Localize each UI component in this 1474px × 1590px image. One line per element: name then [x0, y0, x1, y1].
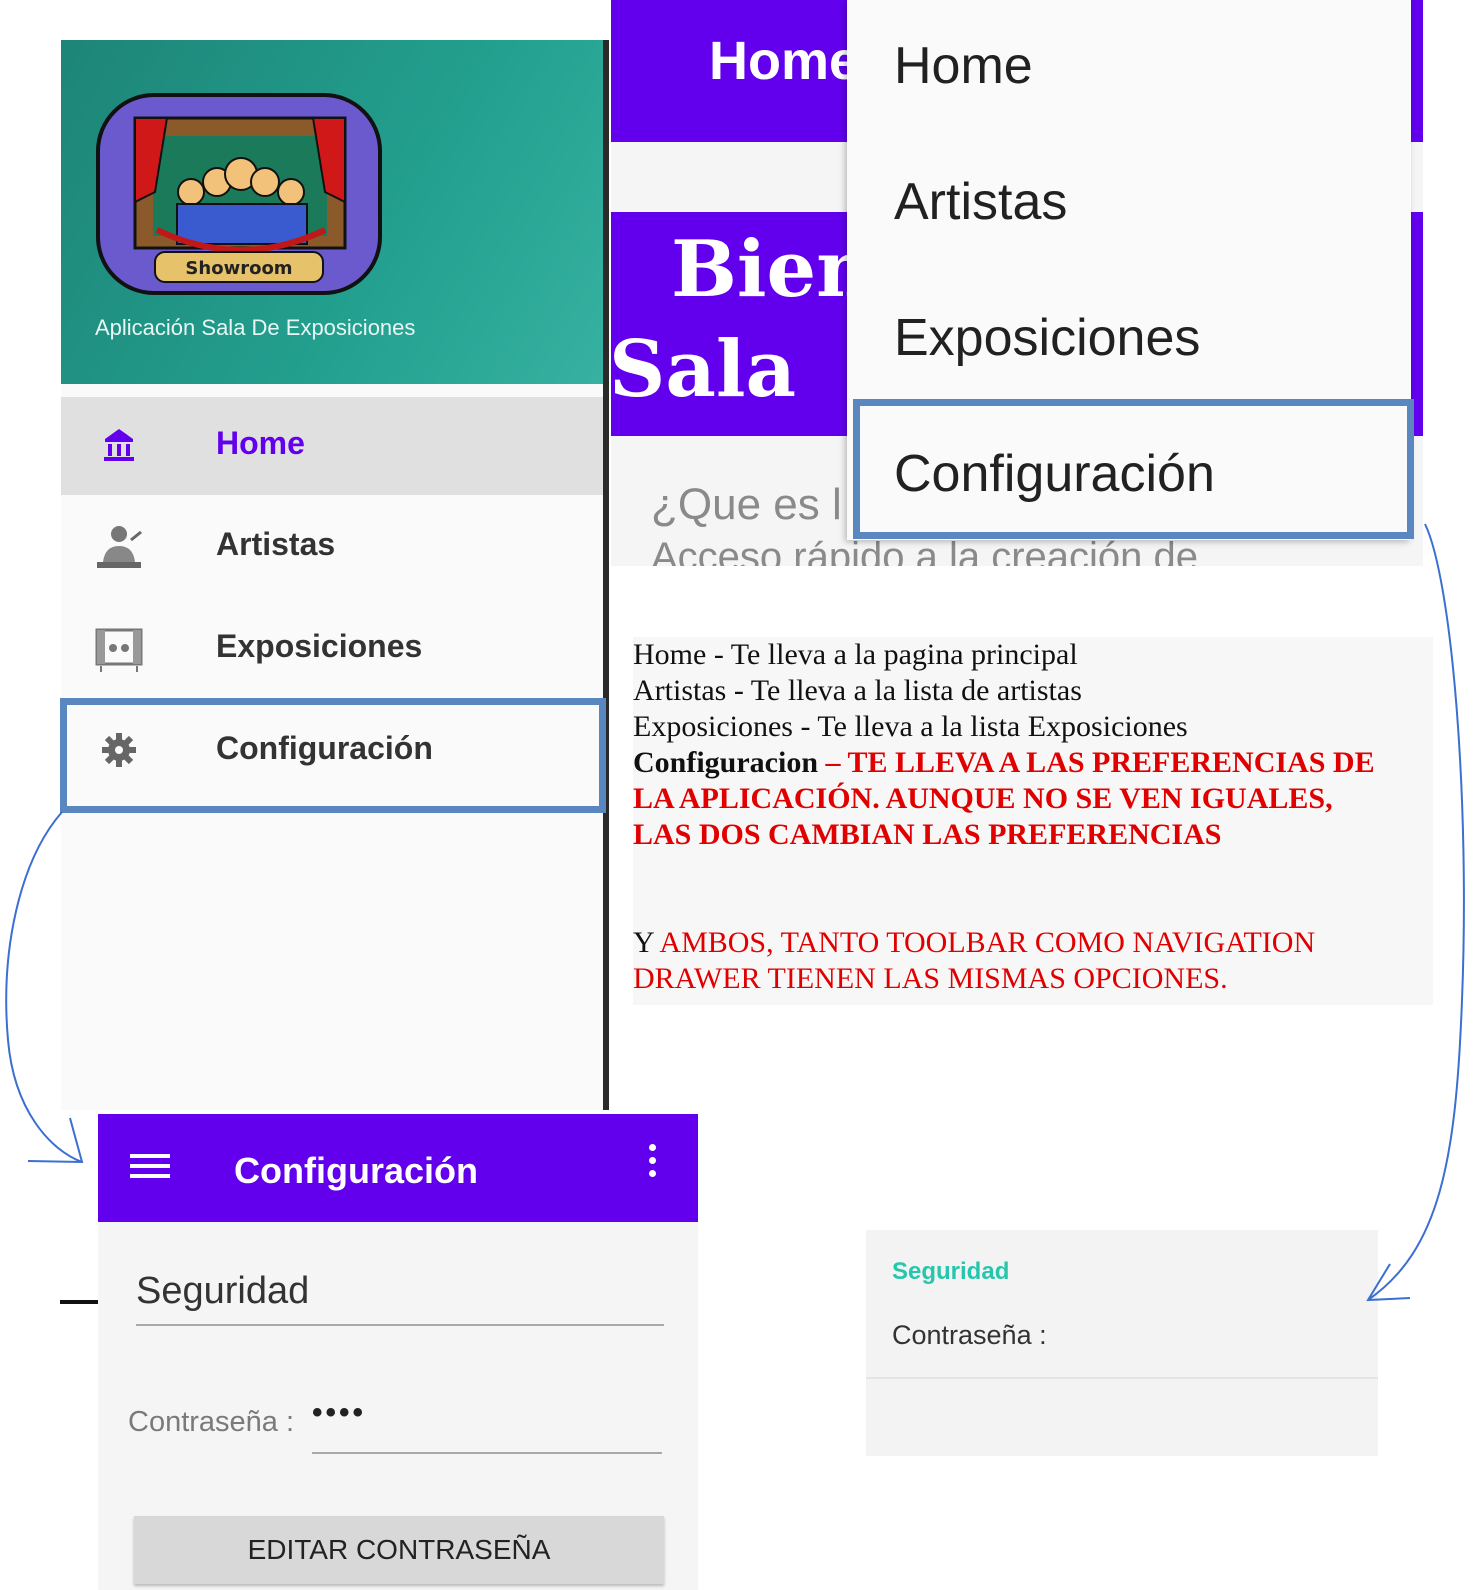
security-section-heading: Seguridad: [136, 1270, 310, 1312]
dash-mark: [60, 1300, 98, 1304]
preferences-category-title: Seguridad: [892, 1258, 1010, 1285]
note-home: Home - Te lleva a la pagina principal: [633, 638, 1078, 671]
edit-password-button[interactable]: EDITAR CONTRASEÑA: [134, 1516, 664, 1584]
hamburger-menu-icon[interactable]: [130, 1148, 170, 1188]
drawer-header: Showroom Aplicación Sala De Exposiciones: [61, 40, 603, 384]
password-field-underline: [312, 1452, 662, 1454]
overflow-menu-item-exposiciones[interactable]: Exposiciones: [894, 308, 1200, 368]
question-text: ¿Que es l: [651, 480, 842, 529]
overflow-menu-item-home[interactable]: Home: [894, 36, 1033, 96]
note-both-line2: DRAWER TIENEN LAS MISMAS OPCIONES.: [633, 962, 1228, 995]
note-y-prefix: Y: [633, 926, 660, 959]
drawer-item-home[interactable]: Home: [61, 397, 603, 495]
note-spacer: [633, 853, 1433, 925]
overflow-menu-item-artistas[interactable]: Artistas: [894, 172, 1067, 232]
drawer-subtitle: Aplicación Sala De Exposiciones: [95, 315, 416, 340]
security-underline: [136, 1324, 664, 1326]
artist-icon: [97, 526, 142, 568]
annotation-notes: Home - Te lleva a la pagina principal Ar…: [633, 637, 1433, 1005]
drawer-highlight-box: [60, 698, 606, 813]
preferences-password-item[interactable]: Contraseña :: [892, 1320, 1047, 1351]
configuration-screen: Configuración Seguridad Contraseña : •••…: [98, 1114, 698, 1590]
password-field[interactable]: ••••: [312, 1396, 366, 1430]
more-options-icon[interactable]: [644, 1144, 660, 1192]
home-toolbar-title: Home: [709, 31, 860, 91]
overflow-menu-highlight-box: [853, 399, 1414, 539]
navigation-drawer: Showroom Aplicación Sala De Exposiciones…: [61, 40, 609, 1110]
configuration-toolbar: Configuración: [98, 1114, 698, 1222]
preferences-divider: [866, 1377, 1378, 1379]
note-configuracion-desc3: LAS DOS CAMBIAN LAS PREFERENCIAS: [633, 818, 1222, 851]
note-both-text1: AMBOS, TANTO TOOLBAR COMO NAVIGATION: [659, 926, 1316, 959]
welcome-banner-line2: Sala: [611, 324, 797, 415]
password-label: Contraseña :: [128, 1406, 295, 1438]
exhibition-icon: [95, 628, 143, 672]
arrow-drawer-to-config-head: [27, 1117, 84, 1164]
note-exposiciones: Exposiciones - Te lleva a la lista Expos…: [633, 710, 1188, 743]
welcome-banner-line1: Bien: [671, 224, 873, 315]
drawer-item-artistas[interactable]: Artistas: [61, 498, 603, 596]
drawer-item-exposiciones-label: Exposiciones: [216, 628, 423, 664]
note-configuracion-term: Configuracion: [633, 746, 819, 779]
showroom-logo: Showroom: [96, 93, 382, 295]
preferences-panel: Seguridad Contraseña :: [866, 1230, 1378, 1456]
note-configuracion-desc1: – TE LLEVA A LAS PREFERENCIAS DE: [818, 746, 1375, 779]
drawer-item-exposiciones[interactable]: Exposiciones: [61, 600, 603, 698]
showroom-logo-text: Showroom: [185, 258, 292, 279]
note-configuracion-desc2: LA APLICACIÓN. AUNQUE NO SE VEN IGUALES,: [633, 782, 1333, 815]
drawer-item-home-label: Home: [216, 425, 305, 461]
configuration-toolbar-title: Configuración: [234, 1150, 478, 1191]
note-artistas: Artistas - Te lleva a la lista de artist…: [633, 674, 1082, 707]
drawer-item-artistas-label: Artistas: [216, 526, 336, 562]
bank-icon: [104, 429, 134, 461]
note-both-line1: Y AMBOS, TANTO TOOLBAR COMO NAVIGATION: [633, 925, 1433, 961]
note-configuracion: Configuracion – TE LLEVA A LAS PREFERENC…: [633, 745, 1433, 781]
